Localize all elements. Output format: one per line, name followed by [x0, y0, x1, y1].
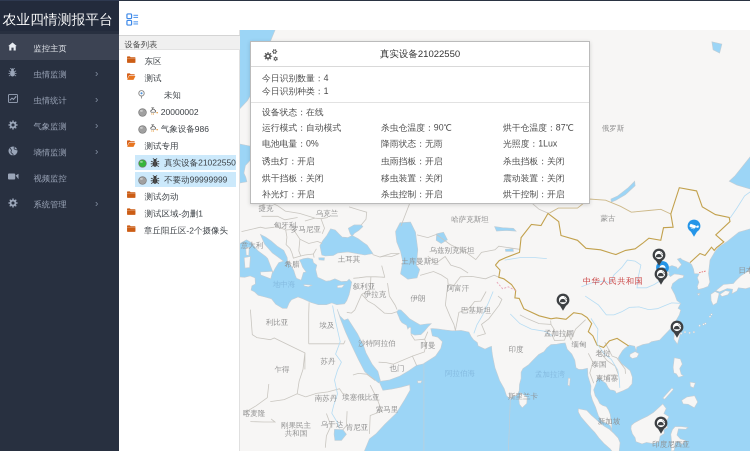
- svg-text:21022550: 21022550: [198, 158, 236, 168]
- svg-text:1Lux: 1Lux: [538, 139, 558, 149]
- svg-text:›: ›: [95, 147, 98, 158]
- svg-text:21022550: 21022550: [418, 49, 460, 60]
- svg-text:1: 1: [198, 209, 203, 219]
- svg-text:99999999: 99999999: [190, 175, 228, 185]
- svg-text:1: 1: [324, 86, 329, 96]
- svg-text:4: 4: [324, 73, 329, 83]
- svg-text:›: ›: [95, 95, 98, 106]
- svg-text:87: 87: [556, 123, 566, 133]
- svg-text:-: -: [179, 209, 182, 219]
- svg-text:20000002: 20000002: [161, 107, 199, 117]
- svg-text:›: ›: [95, 121, 98, 132]
- svg-text:986: 986: [195, 124, 209, 134]
- svg-text:›: ›: [95, 69, 98, 80]
- svg-text:-2: -2: [186, 225, 194, 235]
- svg-text:0%: 0%: [306, 139, 319, 149]
- svg-text:90: 90: [434, 123, 444, 133]
- svg-text:›: ›: [95, 199, 98, 210]
